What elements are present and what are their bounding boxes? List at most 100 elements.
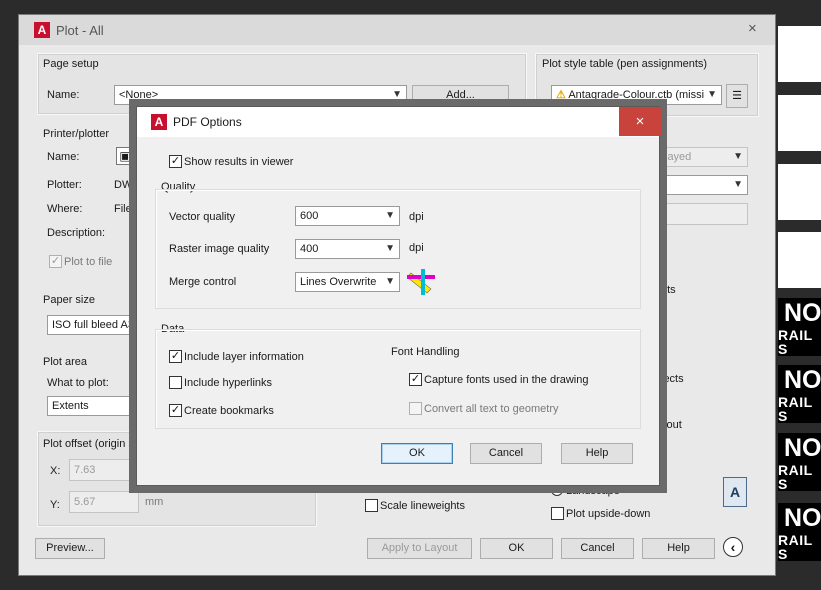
bg-white-strip bbox=[778, 26, 821, 82]
chevron-down-icon: ▼ bbox=[385, 276, 395, 287]
offset-x-value: 7.63 bbox=[74, 464, 96, 476]
chevron-down-icon: ▼ bbox=[707, 89, 717, 100]
pdf-options-dialog: A PDF Options × ✓ Show results in viewer… bbox=[136, 106, 661, 486]
paper-size-heading: Paper size bbox=[43, 294, 95, 306]
pen-table-dropdown[interactable]: ⚠ Antagrade-Colour.ctb (missi ▼ bbox=[551, 85, 722, 105]
dpi-field[interactable] bbox=[660, 203, 748, 225]
where-value: File bbox=[114, 203, 132, 215]
raster-quality-label: Raster image quality bbox=[169, 243, 270, 255]
include-hyperlinks-checkbox[interactable] bbox=[169, 376, 182, 389]
what-to-plot-value: Extents bbox=[52, 400, 89, 412]
plot-cancel-button[interactable]: Cancel bbox=[561, 538, 634, 559]
merge-control-dropdown[interactable]: Lines Overwrite ▼ bbox=[295, 272, 400, 292]
offset-x-field[interactable]: 7.63 bbox=[69, 459, 139, 481]
convert-text-label: Convert all text to geometry bbox=[424, 403, 559, 415]
vector-quality-dropdown[interactable]: 600 ▼ bbox=[295, 206, 400, 226]
bg-sign: NO RAIL S bbox=[778, 365, 821, 423]
capture-fonts-label: Capture fonts used in the drawing bbox=[424, 374, 589, 386]
plot-to-file-label: Plot to file bbox=[64, 256, 113, 268]
scale-lineweights-label: Scale lineweights bbox=[380, 500, 465, 512]
plot-to-file-checkbox[interactable]: ✓ bbox=[49, 255, 62, 268]
convert-text-checkbox[interactable] bbox=[409, 402, 422, 415]
chevron-down-icon: ▼ bbox=[385, 210, 395, 221]
orientation-preview-icon: A bbox=[723, 477, 747, 507]
printer-name-label: Name: bbox=[47, 151, 80, 163]
paper-size-dropdown[interactable]: ISO full bleed A3 bbox=[47, 315, 147, 335]
partial-label-jects: jects bbox=[661, 373, 684, 385]
pdf-ok-button[interactable]: OK bbox=[381, 443, 453, 464]
raster-quality-value: 400 bbox=[300, 243, 319, 255]
bg-white-strip bbox=[778, 95, 821, 151]
chevron-down-icon: ▼ bbox=[392, 89, 402, 100]
vector-dpi-unit: dpi bbox=[409, 211, 424, 223]
paper-size-value: ISO full bleed A3 bbox=[52, 319, 134, 331]
shaded-value: layed bbox=[665, 151, 692, 163]
font-handling-heading: Font Handling bbox=[391, 346, 460, 358]
offset-y-label: Y: bbox=[50, 499, 60, 511]
pdf-options-title: PDF Options bbox=[173, 115, 242, 129]
sign-text: NO bbox=[784, 504, 821, 532]
plotter-label: Plotter: bbox=[47, 179, 82, 191]
offset-y-field[interactable]: 5.67 bbox=[69, 491, 139, 513]
description-label: Description: bbox=[47, 227, 106, 239]
more-options-glyph: ‹ bbox=[730, 539, 736, 555]
capture-fonts-checkbox[interactable]: ✓ bbox=[409, 373, 422, 386]
what-to-plot-dropdown[interactable]: Extents bbox=[47, 396, 147, 416]
printer-heading: Printer/plotter bbox=[43, 128, 110, 140]
bg-sign: NO RAIL S bbox=[778, 503, 821, 561]
apply-to-layout-button[interactable]: Apply to Layout bbox=[367, 538, 472, 559]
autocad-logo-icon: A bbox=[151, 114, 167, 130]
partial-label-yout: yout bbox=[661, 419, 682, 431]
edit-pen-table-button[interactable]: ☰ bbox=[726, 84, 748, 108]
page-setup-heading: Page setup bbox=[43, 58, 99, 70]
partial-label-t: t bbox=[661, 349, 665, 361]
lines-overwrite-icon bbox=[407, 269, 435, 295]
create-bookmarks-checkbox[interactable]: ✓ bbox=[169, 404, 182, 417]
plot-dialog-titlebar: A Plot - All × bbox=[19, 15, 775, 45]
plot-ok-button[interactable]: OK bbox=[480, 538, 553, 559]
quality-dropdown[interactable]: ▼ bbox=[660, 175, 748, 195]
bg-sign: NO RAIL S bbox=[778, 433, 821, 491]
offset-x-label: X: bbox=[50, 465, 61, 477]
pen-table-value: Antagrade-Colour.ctb (missi bbox=[568, 89, 705, 101]
page-setup-name-value: <None> bbox=[119, 89, 159, 101]
landscape-label: Landscape bbox=[566, 485, 620, 497]
close-icon[interactable]: × bbox=[619, 107, 661, 136]
scale-lineweights-checkbox[interactable] bbox=[365, 499, 378, 512]
close-icon[interactable]: × bbox=[748, 20, 757, 37]
shaded-viewport-dropdown[interactable]: layed ▼ bbox=[660, 147, 748, 167]
plot-upside-down-checkbox[interactable] bbox=[551, 507, 564, 520]
chevron-down-icon: ▼ bbox=[733, 179, 743, 190]
close-glyph: × bbox=[635, 113, 645, 130]
sign-text: RAIL S bbox=[778, 394, 813, 423]
add-page-setup-button[interactable]: Add... bbox=[412, 85, 509, 106]
plot-help-button[interactable]: Help bbox=[642, 538, 715, 559]
chevron-down-icon: ▼ bbox=[385, 243, 395, 254]
autocad-logo-icon: A bbox=[34, 22, 50, 38]
sign-text: RAIL S bbox=[778, 462, 813, 491]
merge-control-label: Merge control bbox=[169, 276, 237, 288]
include-layer-checkbox[interactable]: ✓ bbox=[169, 350, 182, 363]
raster-quality-dropdown[interactable]: 400 ▼ bbox=[295, 239, 400, 259]
chevron-down-icon: ▼ bbox=[733, 151, 743, 162]
pen-table-heading: Plot style table (pen assignments) bbox=[542, 58, 708, 70]
pdf-options-titlebar: A PDF Options × bbox=[137, 107, 661, 137]
partial-label-nts: nts bbox=[661, 284, 676, 296]
create-bookmarks-label: Create bookmarks bbox=[184, 405, 274, 417]
sign-text: RAIL S bbox=[778, 327, 813, 356]
bg-sign: NO RAIL S bbox=[778, 298, 821, 356]
where-label: Where: bbox=[47, 203, 83, 215]
plot-upside-down-label: Plot upside-down bbox=[566, 508, 651, 520]
more-options-icon[interactable]: ‹ bbox=[723, 537, 743, 557]
vector-quality-value: 600 bbox=[300, 210, 319, 222]
include-hyperlinks-label: Include hyperlinks bbox=[184, 377, 273, 389]
pdf-cancel-button[interactable]: Cancel bbox=[470, 443, 542, 464]
page-setup-name-dropdown[interactable]: <None> ▼ bbox=[114, 85, 407, 105]
sign-text: NO bbox=[784, 299, 821, 327]
warning-icon: ⚠ bbox=[556, 89, 566, 101]
raster-dpi-unit: dpi bbox=[409, 242, 424, 254]
preview-button[interactable]: Preview... bbox=[35, 538, 105, 559]
offset-y-unit: mm bbox=[145, 496, 164, 508]
show-results-checkbox[interactable]: ✓ bbox=[169, 155, 182, 168]
pdf-help-button[interactable]: Help bbox=[561, 443, 633, 464]
